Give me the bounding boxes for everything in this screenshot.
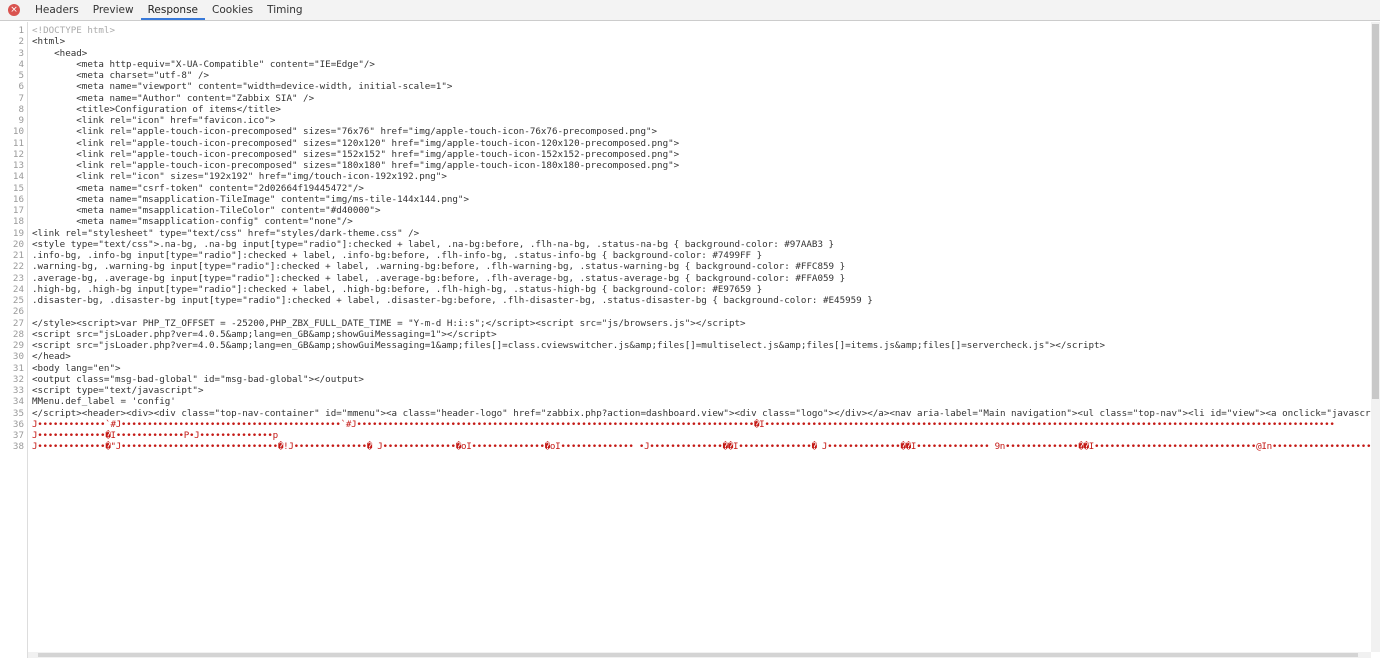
line-number: 37 (12, 430, 24, 441)
scrollbar-thumb[interactable] (38, 653, 1358, 657)
code-line: J•••••••••••••�I•••••••••••••P•J••••••••… (32, 430, 278, 441)
horizontal-scrollbar[interactable] (28, 652, 1371, 658)
tab-cookies[interactable]: Cookies (205, 0, 260, 20)
line-number: 14 (12, 171, 24, 183)
line-number: 17 (12, 205, 24, 216)
code-line: <meta name="csrf-token" content="2d02664… (32, 182, 364, 194)
line-number: 22 (12, 261, 24, 273)
code-line: <link rel="icon" sizes="192x192" href="i… (32, 171, 447, 183)
code-line: <style type="text/css">.na-bg, .na-bg in… (32, 238, 835, 250)
code-line: .disaster-bg, .disaster-bg input[type="r… (32, 295, 873, 306)
code-line: <body lang="en"> (32, 362, 121, 374)
line-number: 25 (12, 295, 24, 306)
code-line: MMenu.def_label = 'config' (32, 396, 176, 408)
line-number: 15 (12, 182, 24, 194)
code-line: <link rel="icon" href="favicon.ico"> (32, 115, 276, 126)
code-line: </style><script>var PHP_TZ_OFFSET = -252… (32, 317, 746, 329)
line-number: 38 (12, 441, 24, 453)
line-number: 18 (12, 216, 24, 228)
line-number: 33 (12, 385, 24, 396)
line-number: 27 (12, 317, 24, 329)
code-line: <title>Configuration of items</title> (32, 103, 281, 115)
line-number: 12 (12, 148, 24, 160)
line-number: 32 (12, 373, 24, 385)
line-number: 24 (12, 283, 24, 295)
line-number: 8 (18, 103, 24, 115)
line-number: 31 (12, 362, 24, 374)
line-number: 2 (18, 36, 24, 48)
line-number: 36 (12, 418, 24, 430)
code-line: <meta charset="utf-8" /> (32, 70, 210, 81)
line-number: 26 (12, 306, 24, 318)
code-line: <link rel="stylesheet" type="text/css" h… (32, 227, 420, 239)
line-number: 6 (18, 81, 24, 93)
line-number: 28 (12, 328, 24, 340)
line-number: 30 (12, 351, 24, 363)
code-line: <link rel="apple-touch-icon-precomposed"… (32, 160, 680, 171)
code-line: <meta name="msapplication-config" conten… (32, 216, 353, 228)
line-number: 10 (12, 126, 24, 138)
line-number: 4 (18, 58, 24, 70)
line-number: 34 (12, 396, 24, 408)
response-viewer: 1 2 3 4 5 6 7 8 9 10 11 12 13 14 15 16 17 18 19 20 21 22 23 24 2… (0, 22, 1380, 658)
line-number: 29 (12, 340, 24, 351)
tab-timing[interactable]: Timing (260, 0, 309, 20)
line-number: 21 (12, 250, 24, 261)
line-number: 9 (18, 115, 24, 126)
line-number: 5 (18, 70, 24, 81)
code-line: <link rel="apple-touch-icon-precomposed"… (32, 148, 680, 160)
response-source[interactable]: <!DOCTYPE html> <html> <head> <meta http-… (28, 22, 1380, 658)
line-number: 16 (12, 193, 24, 205)
line-number: 13 (12, 160, 24, 171)
line-number: 1 (18, 25, 24, 36)
line-number: 23 (12, 272, 24, 284)
devtools-tab-bar: × Headers Preview Response Cookies Timin… (0, 0, 1380, 21)
code-line: <script src="jsLoader.php?ver=4.0.5&amp;… (32, 328, 497, 340)
close-icon[interactable]: × (8, 4, 20, 16)
line-number: 19 (12, 227, 24, 239)
code-line: .info-bg, .info-bg input[type="radio"]:c… (32, 250, 763, 261)
code-line: <meta name="Author" content="Zabbix SIA"… (32, 92, 315, 104)
code-line: <meta name="msapplication-TileImage" con… (32, 193, 469, 205)
line-number: 35 (12, 407, 24, 419)
code-line: <!DOCTYPE html> (32, 25, 115, 36)
code-line: .warning-bg, .warning-bg input[type="rad… (32, 261, 846, 273)
line-number: 7 (18, 92, 24, 104)
code-line: J•••••••••••••�"J•••••••••••••••••••••••… (32, 441, 1380, 453)
code-line: J•••••••••••••`#J•••••••••••••••••••••••… (32, 418, 1335, 430)
vertical-scrollbar[interactable] (1371, 22, 1380, 652)
code-line: </script><header><div><div class="top-na… (32, 407, 1380, 419)
line-number: 3 (18, 47, 24, 59)
code-line: <script src="jsLoader.php?ver=4.0.5&amp;… (32, 340, 1106, 351)
line-number-gutter: 1 2 3 4 5 6 7 8 9 10 11 12 13 14 15 16 17 18 19 20 21 22 23 24 2… (0, 22, 28, 658)
code-line: <output class="msg-bad-global" id="msg-b… (32, 373, 364, 385)
tab-response[interactable]: Response (140, 0, 206, 20)
code-line: <link rel="apple-touch-icon-precomposed"… (32, 126, 658, 138)
code-line: <html> (32, 36, 66, 48)
code-line: <meta name="msapplication-TileColor" con… (32, 205, 381, 216)
line-number: 11 (12, 137, 24, 149)
code-line: </head> (32, 351, 71, 363)
tab-headers[interactable]: Headers (28, 0, 86, 20)
tab-preview[interactable]: Preview (86, 0, 141, 20)
code-line: .high-bg, .high-bg input[type="radio"]:c… (32, 283, 763, 295)
code-line: <script type="text/javascript"> (32, 385, 204, 396)
code-line: .average-bg, .average-bg input[type="rad… (32, 272, 846, 284)
scrollbar-thumb[interactable] (1372, 24, 1379, 399)
code-line: <link rel="apple-touch-icon-precomposed"… (32, 137, 680, 149)
code-line: <meta name="viewport" content="width=dev… (32, 81, 453, 93)
line-number: 20 (12, 238, 24, 250)
code-line: <head> (32, 47, 88, 59)
code-line: <meta http-equiv="X-UA-Compatible" conte… (32, 58, 375, 70)
